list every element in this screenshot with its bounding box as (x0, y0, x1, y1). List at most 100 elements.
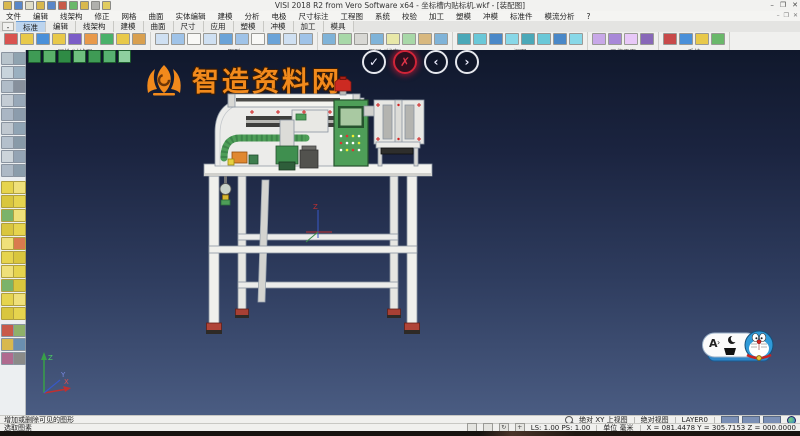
toolbar-tab-10[interactable]: 模具 (324, 21, 354, 32)
ribbon-tool-icon[interactable] (489, 33, 503, 45)
snap-tool-icon[interactable] (103, 50, 116, 63)
ribbon-tool-icon[interactable] (116, 33, 130, 45)
toolbar-tab-3[interactable]: 建模 (114, 21, 144, 32)
ribbon-tool-icon[interactable] (267, 33, 281, 45)
wireframe-tool-icon[interactable] (13, 136, 26, 149)
ribbon-tool-icon[interactable] (569, 33, 583, 45)
ribbon-tool-icon[interactable] (537, 33, 551, 45)
ime-toolbar[interactable]: A › (702, 328, 776, 364)
menu-item-6[interactable]: 实体编辑 (170, 11, 212, 22)
sketch-tool-icon[interactable] (13, 307, 26, 320)
toolbar-tab-8[interactable]: 冲模 (264, 21, 294, 32)
wireframe-tool-icon[interactable] (13, 80, 26, 93)
menu-item-3[interactable]: 修正 (89, 11, 116, 22)
machine-model[interactable]: Z (194, 76, 444, 342)
wireframe-tool-icon[interactable] (13, 52, 26, 65)
previous-button[interactable]: ‹ (424, 50, 448, 74)
ribbon-tool-icon[interactable] (640, 33, 654, 45)
ribbon-tool-icon[interactable] (663, 33, 677, 45)
toolbar-tab-0[interactable]: 标准 (16, 21, 46, 32)
menu-item-19[interactable]: ? (581, 12, 597, 21)
wireframe-tool-icon[interactable] (13, 164, 26, 177)
ribbon-tool-icon[interactable] (20, 33, 34, 45)
snap-tool-icon[interactable] (88, 50, 101, 63)
ribbon-tool-icon[interactable] (219, 33, 233, 45)
snap-tool-icon[interactable] (43, 50, 56, 63)
toolbar-tab-2[interactable]: 线架构 (76, 21, 114, 32)
sketch-tool-icon[interactable] (13, 293, 26, 306)
menu-item-1[interactable]: 编辑 (27, 11, 54, 22)
menu-item-5[interactable]: 曲面 (143, 11, 170, 22)
toolbar-collapse-button[interactable]: - (2, 22, 14, 31)
sketch-tool-icon[interactable] (13, 279, 26, 292)
wireframe-tool-icon[interactable] (13, 150, 26, 163)
edit-tool-icon[interactable] (13, 352, 26, 365)
sketch-tool-icon[interactable] (13, 223, 26, 236)
ribbon-tool-icon[interactable] (171, 33, 185, 45)
toolbar-tab-4[interactable]: 曲面 (144, 21, 174, 32)
close-button[interactable]: ✕ (792, 0, 798, 11)
minimize-button[interactable]: – (770, 0, 774, 11)
menu-item-7[interactable]: 建模 (212, 11, 239, 22)
menu-item-11[interactable]: 工程图 (335, 11, 370, 22)
ribbon-tool-icon[interactable] (624, 33, 638, 45)
ribbon-tool-icon[interactable] (338, 33, 352, 45)
ribbon-tool-icon[interactable] (235, 33, 249, 45)
toolbar-tab-9[interactable]: 加工 (294, 21, 324, 32)
toolbar-tab-5[interactable]: 尺寸 (174, 21, 204, 32)
ribbon-tool-icon[interactable] (299, 33, 313, 45)
menu-item-10[interactable]: 尺寸标注 (293, 11, 335, 22)
sketch-tool-icon[interactable] (13, 181, 26, 194)
menu-item-18[interactable]: 模流分析 (539, 11, 581, 22)
wireframe-tool-icon[interactable] (13, 94, 26, 107)
ribbon-tool-icon[interactable] (132, 33, 146, 45)
ribbon-tool-icon[interactable] (4, 33, 18, 45)
ribbon-tool-icon[interactable] (251, 33, 265, 45)
ribbon-tool-icon[interactable] (155, 33, 169, 45)
ribbon-tool-icon[interactable] (203, 33, 217, 45)
snap-tool-icon[interactable] (58, 50, 71, 63)
toolbar-tab-6[interactable]: 应用 (204, 21, 234, 32)
ribbon-tool-icon[interactable] (608, 33, 622, 45)
menu-item-14[interactable]: 加工 (423, 11, 450, 22)
ribbon-tool-icon[interactable] (434, 33, 448, 45)
snap-tool-icon[interactable] (118, 50, 131, 63)
sketch-tool-icon[interactable] (13, 251, 26, 264)
ribbon-tool-icon[interactable] (592, 33, 606, 45)
ribbon-tool-icon[interactable] (402, 33, 416, 45)
ribbon-tool-icon[interactable] (679, 33, 693, 45)
ribbon-tool-icon[interactable] (187, 33, 201, 45)
cancel-button[interactable]: ✗ (393, 50, 417, 74)
ribbon-tool-icon[interactable] (457, 33, 471, 45)
confirm-button[interactable]: ✓ (362, 50, 386, 74)
sketch-tool-icon[interactable] (13, 209, 26, 222)
menu-item-13[interactable]: 校验 (396, 11, 423, 22)
ribbon-tool-icon[interactable] (52, 33, 66, 45)
menu-item-9[interactable]: 电极 (266, 11, 293, 22)
ribbon-tool-icon[interactable] (84, 33, 98, 45)
menu-item-17[interactable]: 标准件 (504, 11, 539, 22)
ribbon-tool-icon[interactable] (711, 33, 725, 45)
wireframe-tool-icon[interactable] (13, 66, 26, 79)
edit-tool-icon[interactable] (13, 324, 26, 337)
sketch-tool-icon[interactable] (13, 195, 26, 208)
ribbon-tool-icon[interactable] (283, 33, 297, 45)
maximize-button[interactable]: ❐ (780, 0, 786, 11)
wireframe-tool-icon[interactable] (13, 108, 26, 121)
ribbon-tool-icon[interactable] (695, 33, 709, 45)
ribbon-tool-icon[interactable] (553, 33, 567, 45)
toolbar-tab-7[interactable]: 塑模 (234, 21, 264, 32)
ribbon-tool-icon[interactable] (521, 33, 535, 45)
ribbon-tool-icon[interactable] (418, 33, 432, 45)
menu-item-8[interactable]: 分析 (239, 11, 266, 22)
ribbon-tool-icon[interactable] (473, 33, 487, 45)
menu-item-4[interactable]: 网格 (116, 11, 143, 22)
menu-item-0[interactable]: 文件 (0, 11, 27, 22)
ribbon-tool-icon[interactable] (100, 33, 114, 45)
ribbon-tool-icon[interactable] (322, 33, 336, 45)
toolbar-tab-1[interactable]: 编辑 (46, 21, 76, 32)
menu-item-15[interactable]: 塑模 (450, 11, 477, 22)
sketch-tool-icon[interactable] (13, 237, 26, 250)
sketch-tool-icon[interactable] (13, 265, 26, 278)
ribbon-tool-icon[interactable] (505, 33, 519, 45)
